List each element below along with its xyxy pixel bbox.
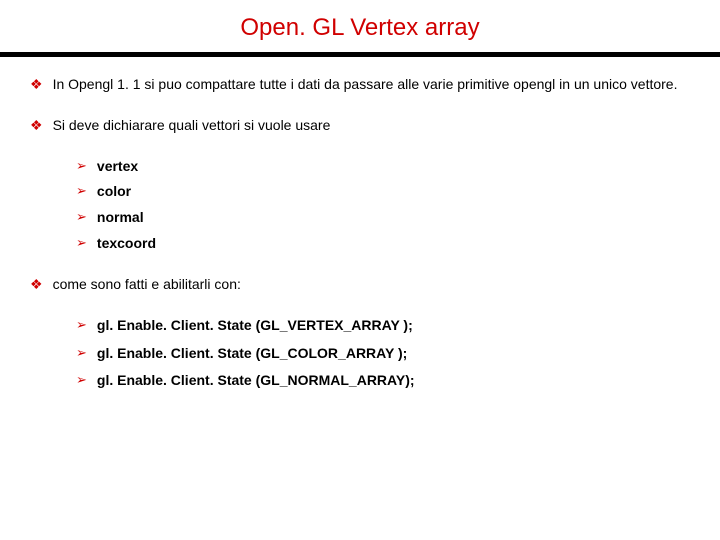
arrow-icon: ➢ <box>76 316 87 334</box>
diamond-icon: ❖ <box>30 75 43 94</box>
sub-item: ➢ texcoord <box>76 234 690 254</box>
bullet-item: ❖ Si deve dichiarare quali vettori si vu… <box>30 116 690 135</box>
sub-text: vertex <box>97 157 138 177</box>
slide-content: ❖ In Opengl 1. 1 si puo compattare tutte… <box>0 57 720 391</box>
arrow-icon: ➢ <box>76 234 87 252</box>
sub-item: ➢ gl. Enable. Client. State (GL_COLOR_AR… <box>76 344 690 364</box>
arrow-icon: ➢ <box>76 157 87 175</box>
sub-text: texcoord <box>97 234 156 254</box>
sub-text: color <box>97 182 131 202</box>
sub-item: ➢ vertex <box>76 157 690 177</box>
sub-text: normal <box>97 208 144 228</box>
sub-text: gl. Enable. Client. State (GL_VERTEX_ARR… <box>97 316 413 336</box>
arrow-icon: ➢ <box>76 371 87 389</box>
bullet-item: ❖ come sono fatti e abilitarli con: <box>30 275 690 294</box>
sub-list: ➢ vertex ➢ color ➢ normal ➢ texcoord <box>30 157 690 253</box>
bullet-text: Si deve dichiarare quali vettori si vuol… <box>53 116 331 135</box>
arrow-icon: ➢ <box>76 182 87 200</box>
bullet-item: ❖ In Opengl 1. 1 si puo compattare tutte… <box>30 75 690 94</box>
sub-text: gl. Enable. Client. State (GL_NORMAL_ARR… <box>97 371 415 391</box>
sub-item: ➢ gl. Enable. Client. State (GL_VERTEX_A… <box>76 316 690 336</box>
sub-item: ➢ normal <box>76 208 690 228</box>
diamond-icon: ❖ <box>30 275 43 294</box>
diamond-icon: ❖ <box>30 116 43 135</box>
sub-list: ➢ gl. Enable. Client. State (GL_VERTEX_A… <box>30 316 690 391</box>
bullet-text: come sono fatti e abilitarli con: <box>53 275 241 294</box>
arrow-icon: ➢ <box>76 208 87 226</box>
sub-item: ➢ gl. Enable. Client. State (GL_NORMAL_A… <box>76 371 690 391</box>
sub-text: gl. Enable. Client. State (GL_COLOR_ARRA… <box>97 344 407 364</box>
bullet-text: In Opengl 1. 1 si puo compattare tutte i… <box>53 75 678 94</box>
arrow-icon: ➢ <box>76 344 87 362</box>
sub-item: ➢ color <box>76 182 690 202</box>
slide-title: Open. GL Vertex array <box>0 0 720 52</box>
